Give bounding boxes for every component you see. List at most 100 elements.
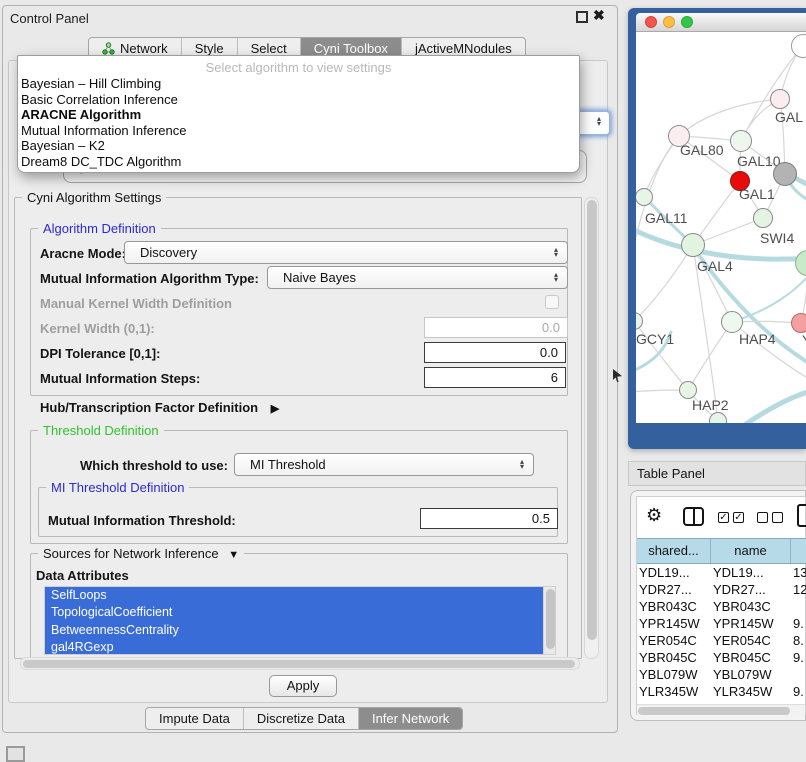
- attribute-selfloops[interactable]: SelfLoops: [45, 587, 544, 604]
- table-row[interactable]: YBR043CYBR043C: [637, 598, 806, 615]
- table-row[interactable]: YBR045CYBR045C9.: [637, 649, 806, 666]
- sources-group-title[interactable]: Sources for Network Inference ▼: [38, 546, 244, 561]
- node-label-gal80: GAL80: [680, 142, 724, 158]
- table-row[interactable]: YDL19...YDL19...13: [637, 564, 806, 581]
- kernel-width-field[interactable]: [424, 317, 568, 338]
- table-row[interactable]: YDR27...YDR27...12: [637, 581, 806, 598]
- scrollbar-thumb[interactable]: [587, 200, 597, 640]
- table-cell: YBR045C: [637, 649, 711, 666]
- node-label-gal11: GAL11: [645, 210, 688, 226]
- network-node-y[interactable]: [791, 313, 806, 333]
- attributes-scrollbar[interactable]: [543, 587, 555, 654]
- cyni-bottom-tabs: Impute Data Discretize Data Infer Network: [145, 707, 463, 730]
- which-threshold-combobox[interactable]: MI Threshold ▴▾: [234, 453, 534, 476]
- tab-infer-network[interactable]: Infer Network: [359, 708, 462, 729]
- aracne-mode-label: Aracne Mode:: [40, 246, 126, 261]
- table-row[interactable]: YPR145WYPR145W9.: [637, 615, 806, 632]
- table-row[interactable]: YBL079WYBL079W: [637, 666, 806, 683]
- table-cell: [791, 666, 806, 683]
- show-columns-icon[interactable]: [683, 507, 704, 526]
- mi-threshold-definition-title: MI Threshold Definition: [46, 480, 189, 495]
- algorithm-option-bayesian-hill-climbing[interactable]: Bayesian – Hill Climbing: [18, 76, 579, 92]
- tab-label: Infer Network: [372, 711, 449, 726]
- column-header-a[interactable]: A: [791, 539, 806, 563]
- mi-steps-field[interactable]: [424, 367, 566, 388]
- mi-type-combobox[interactable]: Naive Bayes ▴▾: [267, 266, 568, 289]
- table-header-row: shared...nameA: [637, 538, 806, 564]
- network-canvas[interactable]: GALGAL80GAL10GAL1GAL11SWI4GAL4GCY1HAP4YH…: [636, 32, 806, 423]
- algorithm-option-basic-correlation-inference[interactable]: Basic Correlation Inference: [18, 92, 579, 108]
- table-cell: YLR345W: [637, 683, 711, 700]
- mi-threshold-field[interactable]: [420, 508, 558, 529]
- table-row[interactable]: YIL052CYIL052C9.: [637, 700, 806, 703]
- table-body: YDL19...YDL19...13YDR27...YDR27...12YBR0…: [637, 564, 806, 703]
- combo-steppers-icon: ▴▾: [554, 272, 558, 282]
- network-node[interactable]: [773, 162, 797, 186]
- network-node-gal4[interactable]: [681, 233, 705, 257]
- manual-kernel-checkbox[interactable]: [545, 295, 559, 309]
- combo-steppers-icon: ▴▾: [597, 116, 601, 126]
- tab-label: Impute Data: [159, 711, 230, 726]
- node-label-gal: GAL: [775, 109, 803, 125]
- dock-corner-icon[interactable]: [6, 746, 25, 762]
- table-cell: [791, 598, 806, 615]
- scrollbar-thumb[interactable]: [638, 707, 790, 715]
- settings-horizontal-scrollbar[interactable]: [20, 657, 580, 670]
- algorithm-option-dream8-dc-tdc-algorithm[interactable]: Dream8 DC_TDC Algorithm: [18, 154, 579, 170]
- expand-right-icon[interactable]: ▶: [271, 403, 279, 415]
- tab-discretize-data[interactable]: Discretize Data: [244, 708, 359, 729]
- algorithm-option-mutual-information-inference[interactable]: Mutual Information Inference: [18, 123, 579, 139]
- select-all-checkbox-icon[interactable]: ✓: [718, 512, 729, 523]
- minimize-traffic-light-icon[interactable]: [663, 16, 675, 28]
- apply-button[interactable]: Apply: [269, 675, 337, 697]
- scrollbar-thumb[interactable]: [23, 660, 575, 668]
- hub-definition-expander[interactable]: Hub/Transcription Factor Definition ▶: [40, 400, 279, 415]
- node-label-gcy1: GCY1: [636, 331, 674, 347]
- deselect-all-checkbox-icon[interactable]: [772, 512, 783, 523]
- table-cell: YPR145W: [637, 615, 711, 632]
- network-node-gal[interactable]: [770, 89, 790, 109]
- dpi-tolerance-field[interactable]: [424, 342, 566, 363]
- close-traffic-light-icon[interactable]: [645, 16, 657, 28]
- collapse-down-icon[interactable]: ▼: [228, 549, 239, 561]
- select-all-checkbox-icon[interactable]: ✓: [733, 512, 744, 523]
- sources-title-label: Sources for Network Inference: [43, 546, 219, 561]
- algorithm-option-bayesian-k2[interactable]: Bayesian – K2: [18, 138, 579, 154]
- table-row[interactable]: YLR345WYLR345W9.: [637, 683, 806, 700]
- attribute-topologicalcoefficient[interactable]: TopologicalCoefficient: [45, 604, 544, 621]
- mi-type-value: Naive Bayes: [283, 270, 356, 285]
- combo-steppers-icon: ▴▾: [554, 247, 558, 257]
- node-label-hap4: HAP4: [739, 331, 776, 347]
- screen: Control Panel ✖ NetworkStyleSelectCyni T…: [0, 0, 806, 762]
- table-cell: 9.: [791, 700, 806, 703]
- node-label-gal4: GAL4: [697, 258, 733, 274]
- attribute-betweennesscentrality[interactable]: BetweennessCentrality: [45, 622, 544, 639]
- network-node-hap4[interactable]: [721, 311, 743, 333]
- table-cell: 12: [791, 581, 806, 598]
- close-icon[interactable]: ✖: [593, 7, 605, 24]
- aracne-mode-combobox[interactable]: Discovery ▴▾: [124, 241, 568, 264]
- table-cell: 8.: [791, 632, 806, 649]
- tab-impute-data[interactable]: Impute Data: [146, 708, 244, 729]
- network-node-gal10[interactable]: [730, 130, 752, 152]
- table-row[interactable]: YER054CYER054C8.: [637, 632, 806, 649]
- gear-icon[interactable]: ⚙: [646, 505, 662, 525]
- column-header-name[interactable]: name: [711, 539, 791, 563]
- table-cell: YDR27...: [711, 581, 791, 598]
- scrollbar-thumb[interactable]: [546, 589, 555, 649]
- network-node[interactable]: [709, 412, 727, 423]
- threshold-definition-title: Threshold Definition: [38, 423, 164, 438]
- table-horizontal-scrollbar[interactable]: [637, 704, 805, 716]
- network-node-gal1[interactable]: [753, 208, 773, 228]
- dpi-tolerance-label: DPI Tolerance [0,1]:: [40, 346, 160, 361]
- settings-vertical-scrollbar[interactable]: [584, 197, 599, 659]
- float-window-icon[interactable]: [576, 11, 588, 23]
- column-header-shared[interactable]: shared...: [637, 539, 711, 563]
- algorithm-option-aracne-algorithm[interactable]: ARACNE Algorithm: [18, 107, 579, 123]
- zoom-traffic-light-icon[interactable]: [681, 16, 693, 28]
- export-table-icon[interactable]: [797, 504, 806, 527]
- deselect-all-checkbox-icon[interactable]: [757, 512, 768, 523]
- network-window-titlebar[interactable]: [636, 13, 806, 32]
- attribute-gal4rgexp[interactable]: gal4RGexp: [45, 639, 544, 655]
- node-label-swi4: SWI4: [760, 230, 794, 246]
